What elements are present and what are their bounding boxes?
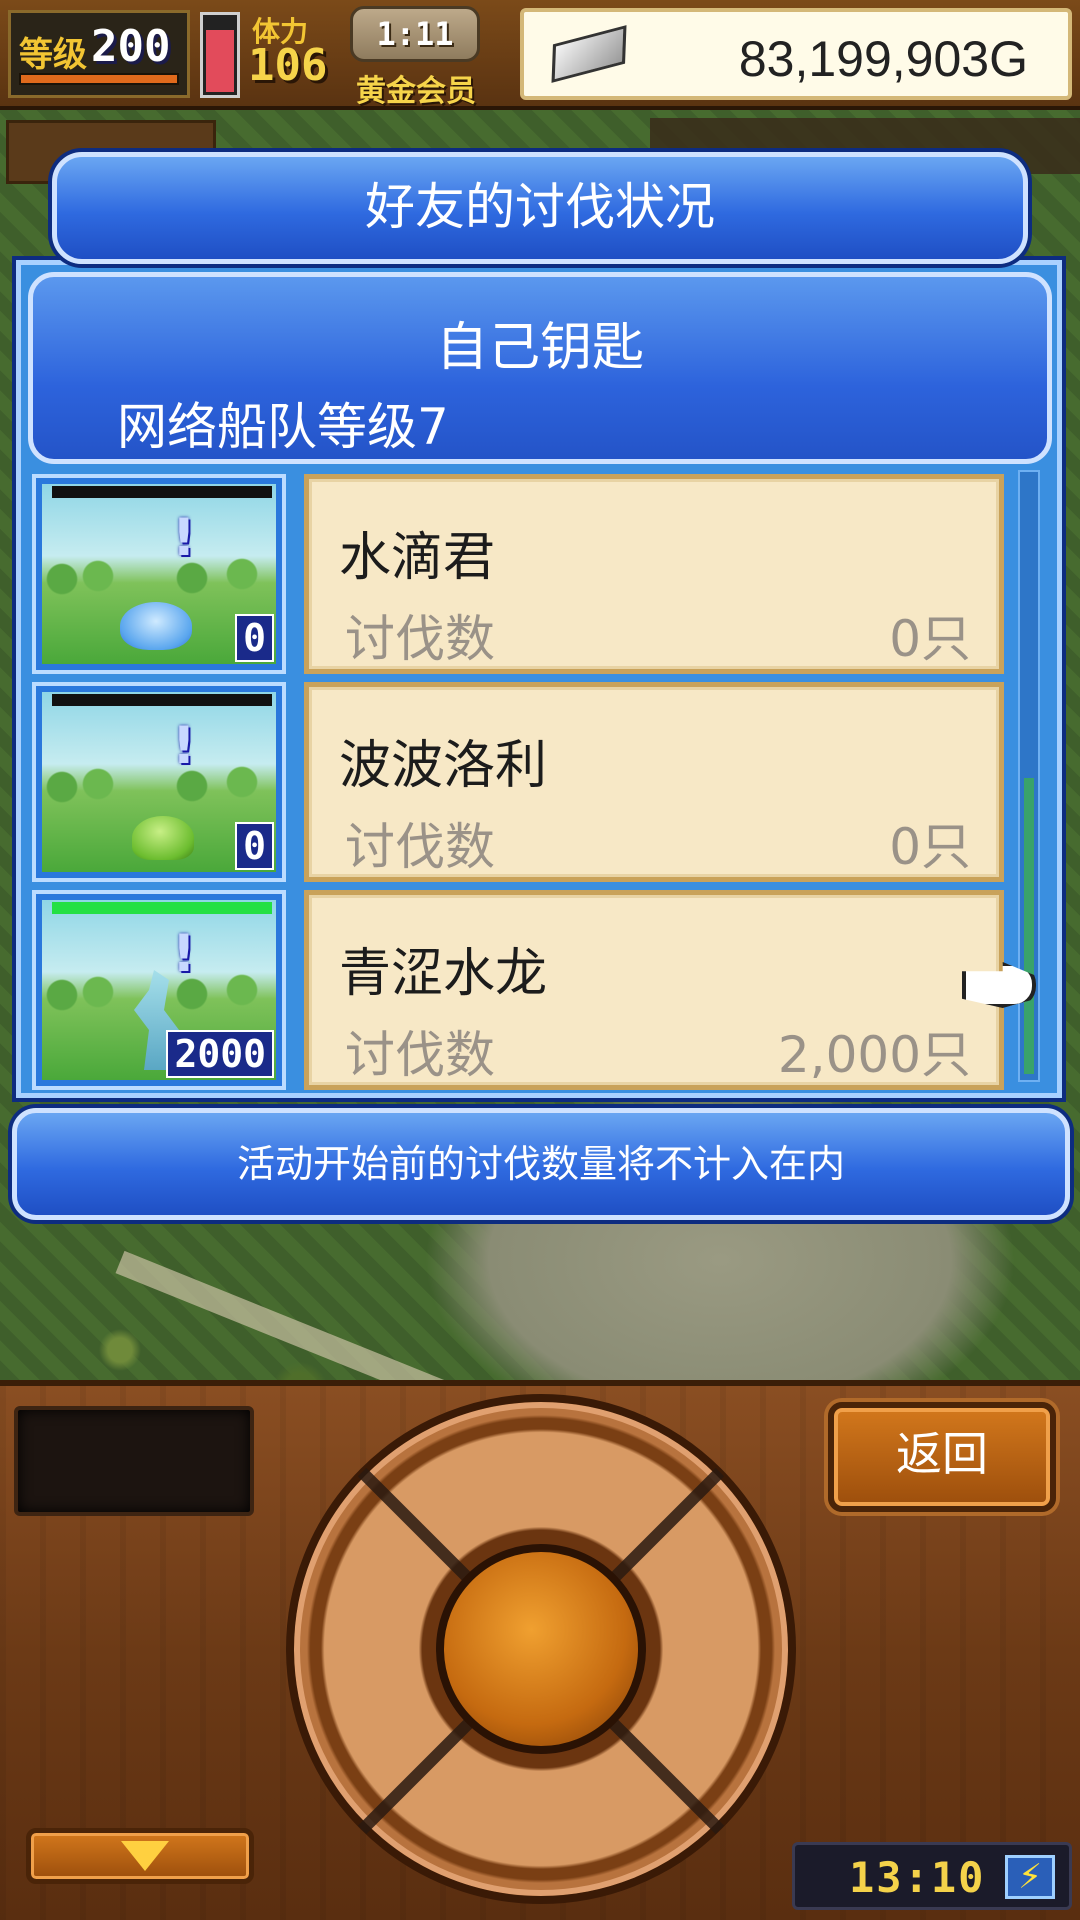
dialog-title: 好友的讨伐状况 bbox=[365, 178, 715, 236]
exclamation-icon: ! bbox=[172, 716, 196, 776]
hp-bar bbox=[52, 902, 272, 914]
member-badge: 黄金会员 bbox=[356, 74, 476, 109]
dpad-controller[interactable] bbox=[286, 1394, 796, 1904]
monster-name: 青涩水龙 bbox=[339, 944, 548, 1004]
level-label: 等级 bbox=[19, 35, 87, 75]
charging-bolt-icon: ⚡ bbox=[1005, 1855, 1055, 1899]
gold-amount: 83,199,903G bbox=[738, 31, 1028, 87]
kill-count-label: 讨伐数 bbox=[345, 1026, 495, 1084]
kill-badge: 2000 bbox=[166, 1030, 274, 1078]
triangle-down-icon bbox=[121, 1841, 169, 1871]
exclamation-icon: ! bbox=[172, 508, 196, 568]
stamina-gauge bbox=[200, 12, 240, 98]
fleet-level: 网络船队等级7 bbox=[117, 398, 449, 456]
top-hud: 等级 200 体力 106 1:11 黄金会员 83,199,903G bbox=[0, 0, 1080, 110]
kill-count-label: 讨伐数 bbox=[345, 610, 495, 668]
clock-time: 13:10 bbox=[849, 1853, 986, 1902]
gold-display: 83,199,903G bbox=[520, 8, 1072, 100]
device-clock: 13:10 ⚡ bbox=[792, 1842, 1072, 1910]
mini-screen bbox=[14, 1406, 254, 1516]
stamina-timer: 1:11 bbox=[350, 6, 480, 62]
monster-thumbnail: ! 2000 bbox=[32, 890, 286, 1090]
scroll-down-button[interactable] bbox=[26, 1828, 254, 1884]
drop-icon bbox=[120, 602, 192, 650]
kill-badge: 0 bbox=[235, 614, 274, 662]
slime-icon bbox=[132, 816, 194, 860]
monster-name: 水滴君 bbox=[339, 528, 496, 588]
monster-card: 青涩水龙 讨伐数 2,000只 bbox=[304, 890, 1004, 1090]
kill-count-value: 0只 bbox=[889, 818, 971, 876]
list-item[interactable]: ! 0 波波洛利 讨伐数 0只 bbox=[32, 682, 1004, 882]
monster-card: 波波洛利 讨伐数 0只 bbox=[304, 682, 1004, 882]
kill-count-value: 2,000只 bbox=[777, 1026, 971, 1084]
dpad-center-button[interactable] bbox=[436, 1544, 646, 1754]
monster-name: 波波洛利 bbox=[339, 736, 548, 796]
monster-thumbnail: ! 0 bbox=[32, 682, 286, 882]
kill-count-label: 讨伐数 bbox=[345, 818, 495, 876]
xp-bar bbox=[19, 73, 179, 85]
kill-count-value: 0只 bbox=[889, 610, 971, 668]
silver-ingot-icon bbox=[551, 25, 627, 83]
back-button[interactable]: 返回 bbox=[828, 1402, 1056, 1512]
list-item[interactable]: ! 0 水滴君 讨伐数 0只 bbox=[32, 474, 1004, 674]
key-title: 自己钥匙 bbox=[435, 318, 644, 378]
monster-card: 水滴君 讨伐数 0只 bbox=[304, 474, 1004, 674]
kill-badge: 0 bbox=[235, 822, 274, 870]
level-box: 等级 200 bbox=[8, 10, 190, 98]
dialog-title-banner: 好友的讨伐状况 bbox=[52, 152, 1028, 264]
level-value: 200 bbox=[91, 21, 171, 72]
key-header: 自己钥匙 网络船队等级7 bbox=[28, 272, 1052, 464]
stamina-value: 106 bbox=[248, 40, 328, 91]
list-item[interactable]: ! 2000 青涩水龙 讨伐数 2,000只 bbox=[32, 890, 1004, 1090]
event-notice: 活动开始前的讨伐数量将不计入在内 bbox=[12, 1108, 1070, 1220]
exclamation-icon: ! bbox=[172, 924, 196, 984]
hp-bar bbox=[52, 694, 272, 706]
scrollbar-thumb[interactable] bbox=[1024, 778, 1034, 1074]
hp-bar bbox=[52, 486, 272, 498]
monster-thumbnail: ! 0 bbox=[32, 474, 286, 674]
